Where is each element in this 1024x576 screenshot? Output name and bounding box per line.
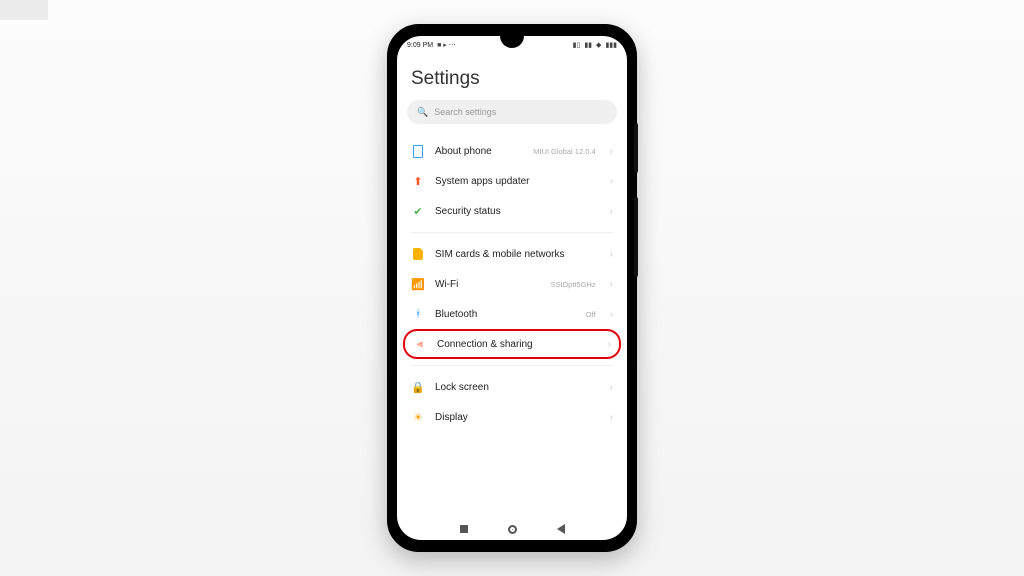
update-icon: ⬆ bbox=[411, 174, 425, 188]
chevron-right-icon: › bbox=[610, 146, 613, 157]
shield-icon: ✔ bbox=[411, 204, 425, 218]
settings-item-security-status[interactable]: ✔ Security status › bbox=[397, 196, 627, 226]
divider bbox=[411, 365, 613, 366]
settings-item-label: SIM cards & mobile networks bbox=[435, 249, 596, 260]
settings-item-system-apps-updater[interactable]: ⬆ System apps updater › bbox=[397, 166, 627, 196]
settings-item-display[interactable]: ☀ Display › bbox=[397, 402, 627, 432]
signal-icon: ▮▯ bbox=[573, 42, 581, 49]
lock-icon: 🔒 bbox=[411, 380, 425, 394]
phone-frame: 9:09 PM ■ ▸ ⋯ ▮▯ ▮▮ ◆ ▮▮▮ Settings 🔍 Sea… bbox=[387, 24, 637, 552]
chevron-right-icon: › bbox=[610, 279, 613, 290]
nav-back-icon[interactable] bbox=[557, 524, 565, 534]
search-icon: 🔍 bbox=[417, 107, 428, 118]
signal2-icon: ▮▮ bbox=[584, 42, 592, 49]
chevron-right-icon: › bbox=[608, 339, 611, 350]
search-input[interactable]: 🔍 Search settings bbox=[407, 100, 617, 124]
battery-icon: ▮▮▮ bbox=[605, 42, 617, 49]
page-title: Settings bbox=[397, 54, 627, 100]
chevron-right-icon: › bbox=[610, 249, 613, 260]
settings-item-value: SSIDptt5GHz bbox=[551, 280, 596, 289]
settings-item-label: About phone bbox=[435, 146, 523, 157]
nav-home-icon[interactable] bbox=[508, 525, 517, 534]
chevron-right-icon: › bbox=[610, 412, 613, 423]
bluetooth-icon: ᚼ bbox=[411, 307, 425, 321]
settings-item-label: Connection & sharing bbox=[437, 339, 594, 350]
settings-item-bluetooth[interactable]: ᚼ Bluetooth Off › bbox=[397, 299, 627, 329]
sun-icon: ☀ bbox=[411, 410, 425, 424]
settings-item-label: System apps updater bbox=[435, 176, 596, 187]
chevron-right-icon: › bbox=[610, 176, 613, 187]
wifi-status-icon: ◆ bbox=[596, 42, 601, 49]
settings-item-label: Wi-Fi bbox=[435, 279, 541, 290]
sim-icon bbox=[411, 247, 425, 261]
chevron-right-icon: › bbox=[610, 206, 613, 217]
power-button[interactable] bbox=[634, 197, 638, 277]
chevron-right-icon: › bbox=[610, 309, 613, 320]
volume-button[interactable] bbox=[634, 123, 638, 173]
nav-recents-icon[interactable] bbox=[460, 525, 468, 533]
status-icons-left: ■ ▸ ⋯ bbox=[437, 42, 456, 49]
settings-item-about-phone[interactable]: About phone MIUI Global 12.0.4 › bbox=[397, 136, 627, 166]
nav-bar bbox=[397, 518, 627, 540]
settings-item-lock-screen[interactable]: 🔒 Lock screen › bbox=[397, 372, 627, 402]
settings-item-label: Bluetooth bbox=[435, 309, 576, 320]
search-placeholder: Search settings bbox=[434, 107, 496, 117]
status-time: 9:09 PM bbox=[407, 42, 433, 49]
chevron-right-icon: › bbox=[610, 382, 613, 393]
settings-item-connection-sharing[interactable]: ⫸ Connection & sharing › bbox=[403, 329, 621, 359]
wifi-icon: 📶 bbox=[411, 277, 425, 291]
phone-icon bbox=[411, 144, 425, 158]
settings-item-value: Off bbox=[586, 310, 596, 319]
settings-item-label: Security status bbox=[435, 206, 596, 217]
settings-item-sim-cards[interactable]: SIM cards & mobile networks › bbox=[397, 239, 627, 269]
settings-list: About phone MIUI Global 12.0.4 › ⬆ Syste… bbox=[397, 136, 627, 518]
settings-item-value: MIUI Global 12.0.4 bbox=[533, 147, 596, 156]
screen: 9:09 PM ■ ▸ ⋯ ▮▯ ▮▮ ◆ ▮▮▮ Settings 🔍 Sea… bbox=[397, 36, 627, 540]
settings-item-label: Lock screen bbox=[435, 382, 596, 393]
settings-item-label: Display bbox=[435, 412, 596, 423]
divider bbox=[411, 232, 613, 233]
settings-item-wifi[interactable]: 📶 Wi-Fi SSIDptt5GHz › bbox=[397, 269, 627, 299]
connection-icon: ⫸ bbox=[413, 337, 427, 351]
